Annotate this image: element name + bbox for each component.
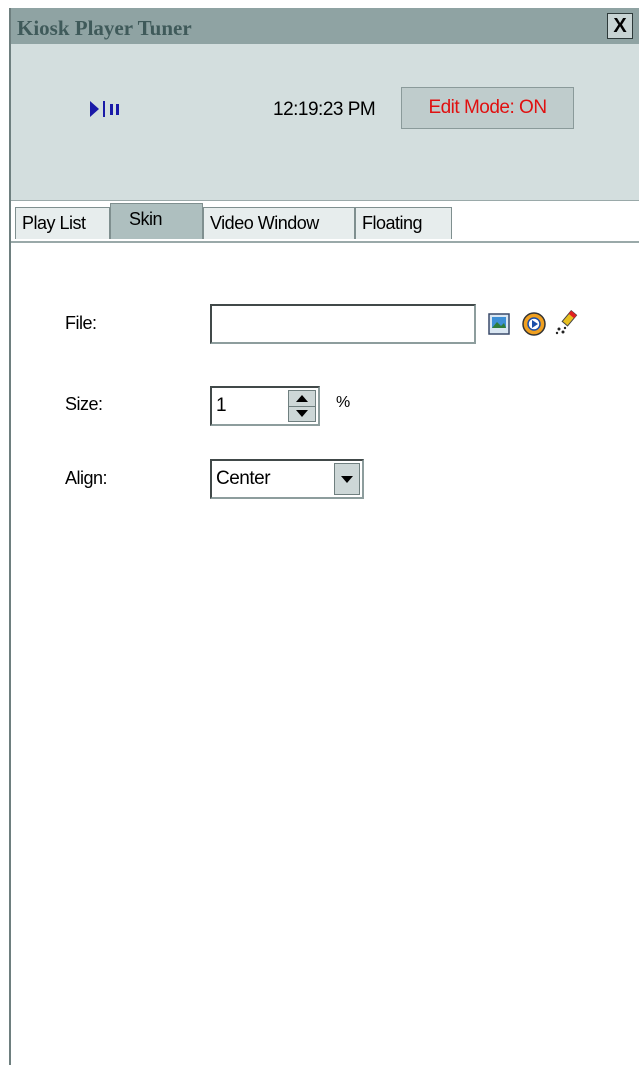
align-dropdown-button[interactable] <box>334 463 360 495</box>
title-bar[interactable]: Kiosk Player Tuner X <box>11 8 639 45</box>
window-title: Kiosk Player Tuner <box>17 16 192 40</box>
tab-skin[interactable]: Skin <box>110 203 203 239</box>
tab-bar: Play List Skin Video Window Floating <box>11 203 639 243</box>
size-spinner[interactable] <box>288 390 316 422</box>
tab-play-list[interactable]: Play List <box>15 207 110 239</box>
image-icon[interactable] <box>487 311 513 337</box>
eraser-wand-icon[interactable] <box>554 309 580 335</box>
chevron-down-icon <box>341 476 353 483</box>
size-unit: % <box>336 394 350 411</box>
play-pause-icon[interactable] <box>86 99 126 119</box>
file-label: File: <box>65 313 97 333</box>
spin-down-icon[interactable] <box>289 406 315 421</box>
clock-display: 12:19:23 PM <box>273 99 376 120</box>
tab-video-window[interactable]: Video Window <box>203 207 355 239</box>
edit-mode-status[interactable]: Edit Mode: ON <box>401 87 574 129</box>
skin-panel <box>11 243 639 1065</box>
close-button[interactable]: X <box>607 13 633 39</box>
file-field[interactable] <box>210 304 476 344</box>
media-player-icon[interactable] <box>521 311 547 337</box>
player-header: 12:19:23 PM Edit Mode: ON <box>11 44 639 201</box>
kiosk-player-tuner-window: Kiosk Player Tuner X 12:19:23 PM Edit Mo… <box>9 8 639 1065</box>
align-label: Align: <box>65 468 108 488</box>
spin-up-icon[interactable] <box>289 391 315 407</box>
tab-floating[interactable]: Floating <box>355 207 452 239</box>
size-label: Size: <box>65 394 103 414</box>
